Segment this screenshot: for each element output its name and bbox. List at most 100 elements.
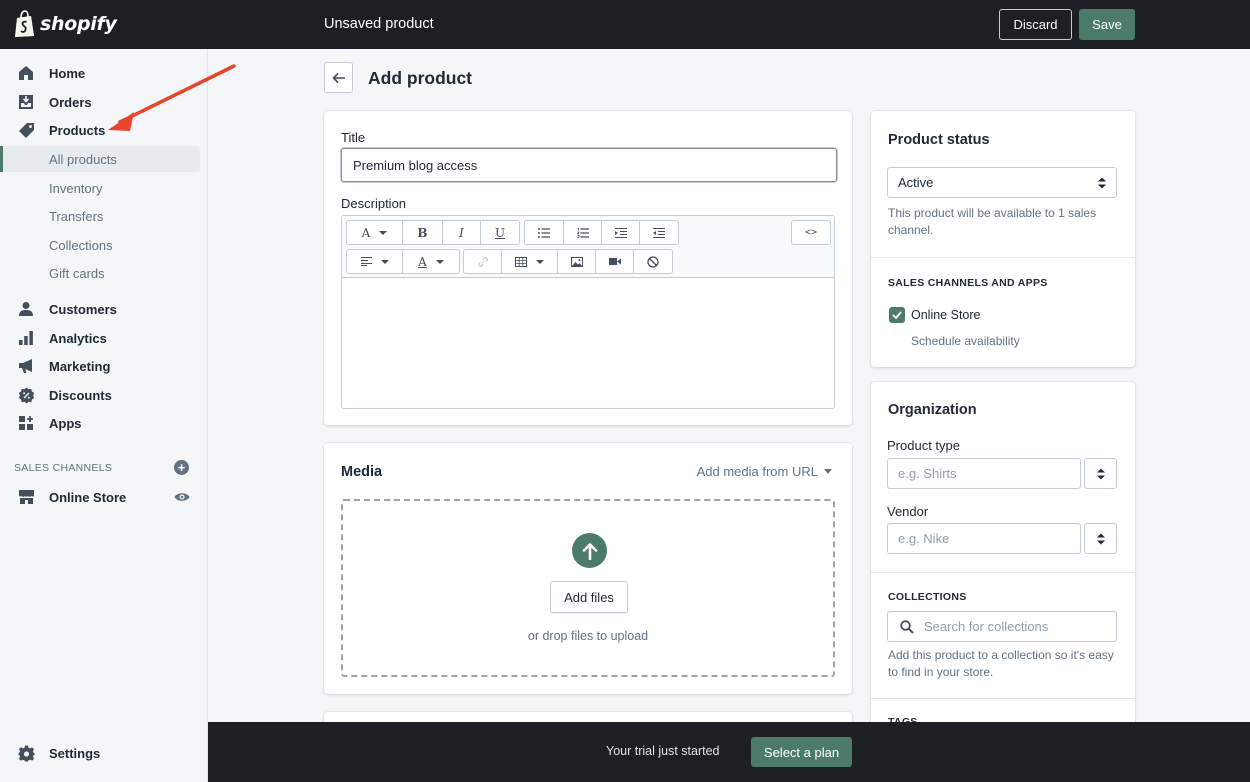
media-drop-zone[interactable]: Add files or drop files to upload	[341, 499, 835, 677]
back-button[interactable]	[324, 62, 353, 93]
sidebar-item-label: Orders	[49, 94, 92, 110]
product-type-dropdown-button[interactable]	[1084, 458, 1117, 489]
add-sales-channel-plus-icon[interactable]: +	[174, 460, 189, 475]
clear-formatting-button[interactable]	[634, 250, 672, 273]
sidebar-subitem-label: Gift cards	[49, 265, 105, 281]
text-color-dropdown[interactable]: A	[403, 250, 459, 273]
description-textarea[interactable]	[342, 278, 834, 408]
schedule-availability-link[interactable]: Schedule availability	[911, 334, 1020, 348]
organization-card: Organization Product type e.g. Shirts Ve…	[871, 382, 1135, 732]
save-button[interactable]: Save	[1079, 9, 1135, 40]
sidebar-item-marketing[interactable]: Marketing	[0, 353, 208, 379]
sales-channels-apps-heading: SALES CHANNELS AND APPS	[888, 277, 1048, 289]
sidebar: Home Orders Products All products Invent…	[0, 49, 208, 782]
status-select[interactable]: Active	[887, 167, 1117, 198]
underline-button[interactable]: U	[481, 221, 519, 244]
store-icon	[17, 488, 35, 506]
sidebar-item-label: Home	[49, 65, 86, 81]
divider	[871, 257, 1135, 258]
home-icon	[17, 64, 35, 82]
italic-button[interactable]: I	[443, 221, 481, 244]
product-status-card: Product status Active This product will …	[871, 111, 1135, 367]
numbered-list-button[interactable]	[564, 221, 602, 244]
sidebar-subitem-all-products[interactable]: All products	[3, 146, 200, 172]
top-bar: shopify Unsaved product Discard Save	[0, 0, 1250, 49]
discount-icon	[17, 386, 35, 404]
upload-arrow-icon	[572, 533, 607, 568]
shopify-bag-icon	[15, 10, 34, 37]
clear-format-icon	[647, 255, 659, 268]
add-media-from-url-link[interactable]: Add media from URL	[697, 464, 832, 479]
organization-heading: Organization	[888, 402, 977, 418]
insert-video-button[interactable]	[596, 250, 634, 273]
html-group: <>	[791, 220, 831, 245]
bold-button[interactable]: B	[403, 221, 443, 244]
outdent-button[interactable]	[640, 221, 678, 244]
sidebar-item-customers[interactable]: Customers	[0, 296, 208, 322]
description-label: Description	[341, 196, 407, 211]
sidebar-subitem-transfers[interactable]: Transfers	[0, 203, 208, 229]
insert-image-button[interactable]	[558, 250, 596, 273]
divider	[871, 698, 1135, 699]
chevron-down-icon	[824, 469, 832, 474]
vendor-dropdown-button[interactable]	[1084, 523, 1117, 554]
discard-button[interactable]: Discard	[999, 9, 1072, 40]
select-arrows-icon	[1096, 468, 1105, 479]
bullet-list-icon	[538, 227, 550, 238]
sidebar-item-label: Products	[49, 122, 106, 138]
sidebar-item-discounts[interactable]: Discounts	[0, 382, 208, 408]
sidebar-item-label: Marketing	[49, 358, 111, 374]
status-selected-value: Active	[898, 175, 934, 190]
sidebar-subitem-label: Inventory	[49, 180, 103, 196]
status-help-text: This product will be available to 1 sale…	[888, 206, 1097, 237]
sidebar-subitem-gift-cards[interactable]: Gift cards	[0, 260, 208, 286]
shopify-logo[interactable]: shopify	[14, 10, 117, 38]
sidebar-item-settings[interactable]: Settings	[0, 740, 208, 766]
collections-search-input[interactable]: Search for collections	[887, 611, 1117, 642]
show-html-button[interactable]: <>	[792, 221, 830, 244]
select-arrows-icon	[1096, 533, 1105, 544]
view-eye-icon[interactable]	[174, 491, 190, 503]
align-group: A	[346, 249, 460, 274]
table-icon	[515, 256, 527, 267]
product-status-heading: Product status	[888, 132, 990, 148]
table-dropdown[interactable]	[502, 250, 558, 273]
megaphone-icon	[17, 357, 35, 375]
sidebar-item-apps[interactable]: Apps	[0, 410, 208, 436]
page-title: Add product	[368, 68, 473, 88]
indent-icon	[614, 227, 627, 238]
sales-channels-heading: SALES CHANNELS	[14, 462, 113, 474]
select-plan-button[interactable]: Select a plan	[751, 737, 852, 767]
title-input[interactable]: Premium blog access	[341, 148, 837, 182]
sidebar-subitem-collections[interactable]: Collections	[0, 232, 208, 258]
sidebar-item-analytics[interactable]: Analytics	[0, 325, 208, 351]
editor-toolbar: A B I U <> A	[342, 216, 834, 278]
vendor-input[interactable]: e.g. Nike	[887, 523, 1081, 554]
add-media-from-url-label: Add media from URL	[696, 464, 818, 479]
bullet-list-button[interactable]	[525, 221, 564, 244]
sidebar-item-label: Apps	[49, 415, 82, 431]
title-description-card: Title Premium blog access Description A …	[324, 111, 852, 425]
sidebar-subitem-label: Collections	[49, 237, 113, 253]
sidebar-item-label: Analytics	[49, 330, 107, 346]
search-icon	[900, 620, 914, 634]
sidebar-item-label: Discounts	[49, 387, 112, 403]
arrow-left-icon	[331, 72, 345, 83]
sidebar-subitem-label: Transfers	[49, 208, 104, 224]
bar-chart-icon	[17, 329, 35, 347]
trial-banner: Your trial just started Select a plan	[208, 722, 1250, 782]
align-dropdown[interactable]	[347, 250, 403, 273]
sidebar-subitem-inventory[interactable]: Inventory	[0, 175, 208, 201]
indent-button[interactable]	[602, 221, 640, 244]
product-type-input[interactable]: e.g. Shirts	[887, 458, 1081, 489]
list-group	[524, 220, 679, 245]
image-icon	[570, 256, 583, 267]
collections-help-text: Add this product to a collection so it's…	[888, 648, 1114, 679]
font-style-dropdown[interactable]: A	[347, 221, 403, 244]
collections-search-placeholder: Search for collections	[924, 619, 1049, 634]
orders-icon	[17, 93, 35, 111]
apps-icon	[17, 414, 35, 432]
online-store-checkbox[interactable]	[889, 307, 905, 323]
add-files-button[interactable]: Add files	[550, 581, 628, 613]
link-button[interactable]	[464, 250, 502, 273]
